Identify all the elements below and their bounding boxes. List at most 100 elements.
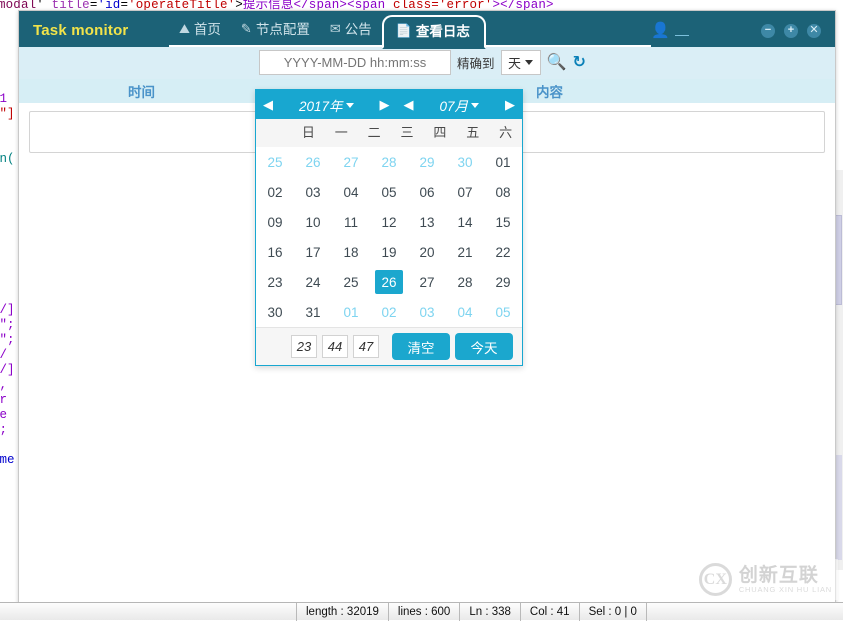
precision-select-value: 天 — [508, 53, 521, 72]
calendar-day-label: 19 — [375, 240, 403, 264]
calendar-day-cell[interactable]: 21 — [446, 237, 484, 267]
background-code-left-column: -1 e"] on( s n ;/] ,"; ,"; </ s/] s, tr … — [0, 62, 15, 544]
calendar-day-cell[interactable]: 28 — [370, 147, 408, 177]
app-title: Task monitor — [19, 22, 169, 47]
calendar-week-row: 25262728293001 — [256, 147, 522, 177]
calendar-day-cell[interactable]: 12 — [370, 207, 408, 237]
refresh-icon[interactable]: ↻ — [572, 55, 585, 71]
second-input[interactable]: 47 — [353, 335, 379, 358]
calendar-day-cell[interactable]: 17 — [294, 237, 332, 267]
calendar-day-cell[interactable]: 26 — [294, 147, 332, 177]
nav-tab-announcement[interactable]: ✉ 公告 — [320, 19, 382, 47]
calendar-day-cell[interactable]: 01 — [484, 147, 522, 177]
nav-tabs: ⛰ 首页 ✎ 节点配置 ✉ 公告 📄 查看日志 — [169, 11, 651, 47]
calendar-day-cell[interactable]: 09 — [256, 207, 294, 237]
calendar-day-cell[interactable]: 15 — [484, 207, 522, 237]
calendar-week-row: 16 17 18 19202122 — [256, 237, 522, 267]
calendar-day-cell[interactable]: 29 — [408, 147, 446, 177]
search-icon[interactable]: 🔍 — [547, 55, 567, 71]
calendar-day-label: 30 — [261, 300, 289, 324]
year-selector[interactable]: 2017年 — [280, 95, 373, 115]
calendar-day-cell[interactable]: 27 — [332, 147, 370, 177]
calendar-day-label: 29 — [489, 270, 517, 294]
calendar-day-cell[interactable]: 16 — [256, 237, 294, 267]
application-window: Task monitor ⛰ 首页 ✎ 节点配置 ✉ 公告 📄 查看日志 — [18, 10, 836, 608]
date-picker-popup: ◀ 2017年 ▶ ◀ 07月 ▶ 日 一 二 三 四 五 六 25262728… — [255, 89, 523, 366]
hour-input[interactable]: 23 — [291, 335, 317, 358]
search-controls: 精确到 天 🔍 ↻ — [259, 50, 586, 75]
month-selector[interactable]: 07月 — [421, 95, 499, 115]
calendar-day-cell[interactable]: 19 — [370, 237, 408, 267]
calendar-day-cell[interactable]: 18 — [332, 237, 370, 267]
prev-year-button[interactable]: ◀ — [256, 97, 280, 113]
calendar-day-label: 03 — [413, 300, 441, 324]
calendar-day-cell[interactable]: 11 — [332, 207, 370, 237]
user-menu[interactable]: 👤 — [651, 23, 761, 38]
nav-tab-home[interactable]: ⛰ 首页 — [169, 19, 231, 47]
calendar-day-cell[interactable]: 22 — [484, 237, 522, 267]
calendar-day-cell[interactable]: 29 — [484, 267, 522, 297]
calendar-day-cell[interactable]: 01 — [332, 297, 370, 327]
calendar-day-cell[interactable]: 25 — [332, 267, 370, 297]
calendar-day-cell[interactable]: 23 — [256, 267, 294, 297]
calendar-day-cell[interactable]: 30 — [446, 147, 484, 177]
calendar-day-cell[interactable]: 25 — [256, 147, 294, 177]
calendar-day-cell[interactable]: 02 — [256, 177, 294, 207]
calendar-day-cell[interactable]: 30 — [256, 297, 294, 327]
clear-button[interactable]: 清空 — [392, 333, 450, 360]
nav-tab-home-label: 首页 — [194, 18, 221, 38]
date-input[interactable] — [259, 50, 451, 75]
calendar-day-label: 01 — [337, 300, 365, 324]
home-icon: ⛰ — [179, 22, 190, 35]
maximize-button[interactable]: + — [784, 24, 798, 38]
calendar-day-label: 17 — [299, 240, 327, 264]
calendar-day-cell[interactable]: 07 — [446, 177, 484, 207]
calendar-day-cell[interactable]: 14 — [446, 207, 484, 237]
calendar-day-label: 31 — [299, 300, 327, 324]
calendar-day-label: 07 — [451, 180, 479, 204]
minimize-button[interactable]: − — [761, 24, 775, 38]
calendar-day-label: 26 — [299, 150, 327, 174]
calendar-day-label: 15 — [489, 210, 517, 234]
calendar-day-label: 13 — [413, 210, 441, 234]
calendar-day-label: 14 — [451, 210, 479, 234]
next-year-button[interactable]: ▶ — [373, 97, 397, 113]
calendar-day-label: 27 — [413, 270, 441, 294]
calendar-day-cell[interactable]: 20 — [408, 237, 446, 267]
precision-select[interactable]: 天 — [501, 50, 541, 75]
document-icon: 📄 — [396, 24, 412, 37]
nav-tab-view-logs-label: 查看日志 — [416, 20, 470, 40]
next-month-button[interactable]: ▶ — [498, 97, 522, 113]
envelope-icon: ✉ — [330, 22, 341, 35]
calendar-day-label: 08 — [489, 180, 517, 204]
nav-tab-view-logs[interactable]: 📄 查看日志 — [382, 15, 486, 49]
prev-month-button[interactable]: ◀ — [397, 97, 421, 113]
calendar-day-cell[interactable]: 24 — [294, 267, 332, 297]
today-button[interactable]: 今天 — [455, 333, 513, 360]
close-button[interactable]: ✕ — [807, 24, 821, 38]
weekday-fri: 五 — [456, 119, 489, 147]
calendar-day-label: 18 — [337, 240, 365, 264]
calendar-day-label: 25 — [337, 270, 365, 294]
calendar-day-cell[interactable]: 31 — [294, 297, 332, 327]
calendar-day-cell[interactable]: 26 — [370, 267, 408, 297]
calendar-day-cell[interactable]: 05 — [484, 297, 522, 327]
calendar-day-cell[interactable]: 06 — [408, 177, 446, 207]
calendar-day-cell[interactable]: 10 — [294, 207, 332, 237]
calendar-day-label: 16 — [261, 240, 289, 264]
calendar-day-cell[interactable]: 27 — [408, 267, 446, 297]
calendar-day-cell[interactable]: 08 — [484, 177, 522, 207]
calendar-day-label: 03 — [299, 180, 327, 204]
calendar-day-cell[interactable]: 03 — [294, 177, 332, 207]
calendar-day-cell[interactable]: 03 — [408, 297, 446, 327]
calendar-day-cell[interactable]: 04 — [332, 177, 370, 207]
calendar-day-cell[interactable]: 05 — [370, 177, 408, 207]
calendar-day-cell[interactable]: 02 — [370, 297, 408, 327]
window-controls: − + ✕ — [761, 24, 835, 38]
calendar-day-cell[interactable]: 28 — [446, 267, 484, 297]
nav-tab-node-config[interactable]: ✎ 节点配置 — [231, 19, 320, 47]
calendar-week-row: 0910111213 14 15 — [256, 207, 522, 237]
calendar-day-cell[interactable]: 04 — [446, 297, 484, 327]
minute-input[interactable]: 44 — [322, 335, 348, 358]
calendar-day-cell[interactable]: 13 — [408, 207, 446, 237]
